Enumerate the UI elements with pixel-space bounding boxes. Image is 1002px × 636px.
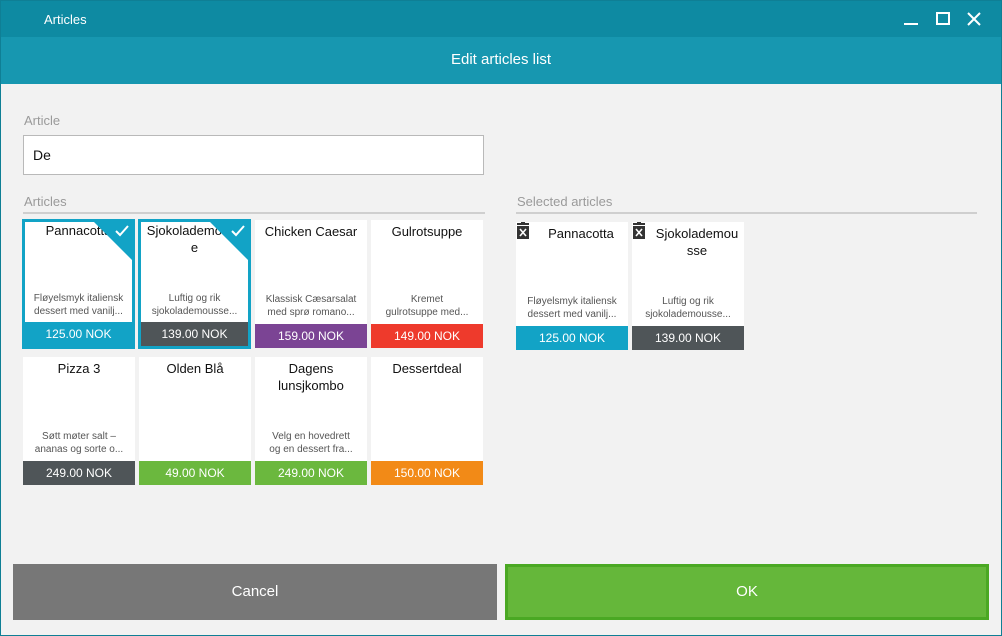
article-card[interactable]: Pizza 3 Søtt møter salt – ananas og sorte… — [23, 357, 135, 485]
ok-button[interactable]: OK — [505, 564, 989, 620]
selected-article-description: Fløyelsmyk italiensk dessert med vanilj.… — [527, 296, 617, 320]
article-description: Klassisk Cæsarsalat med sprø romano... — [265, 294, 357, 318]
selected-article-name: Pannacotta — [548, 226, 614, 241]
article-card[interactable]: Dagens lunsjkombo Velg en hovedrett og en… — [255, 357, 367, 485]
article-price: 249.00 NOK — [23, 461, 135, 485]
article-description: Fløyelsmyk italiensk dessert med vanilj.… — [33, 293, 124, 317]
selected-article-description: Luftig og rik sjokolademousse... — [645, 296, 731, 320]
maximize-icon[interactable] — [932, 9, 954, 29]
article-label: Article — [24, 113, 61, 128]
article-name: Dessertdeal — [392, 361, 462, 376]
article-card[interactable]: Sjokolademous­se Luftig og rik sjokoladem… — [138, 219, 251, 349]
article-card[interactable]: Chicken Caesar Klassisk Cæsarsalat med sp… — [255, 220, 367, 348]
article-card[interactable]: Olden Blå 49.00 NOK — [139, 357, 251, 485]
minimize-icon[interactable] — [900, 9, 922, 29]
article-description: Velg en hovedrett og en dessert fra... — [269, 431, 353, 455]
article-name: Pizza 3 — [57, 361, 101, 376]
checkmark-icon — [231, 225, 245, 237]
article-card[interactable]: Pannacotta Fløyelsmyk italiensk dessert m… — [22, 219, 135, 349]
selected-article-card[interactable]: Sjokolademous­se Luftig og rik sjokoladem… — [632, 222, 744, 350]
article-price: 139.00 NOK — [141, 322, 248, 346]
title-bar: Articles — [1, 1, 1001, 37]
selected-articles-section-label: Selected articles — [517, 194, 613, 209]
article-price: 150.00 NOK — [371, 461, 483, 485]
articles-section-label: Articles — [24, 194, 67, 209]
dialog-title: Edit articles list — [450, 51, 552, 68]
article-description: Kremet gulrotsuppe med... — [385, 294, 469, 318]
article-price: 149.00 NOK — [371, 324, 483, 348]
article-name: Olden Blå — [166, 361, 224, 376]
selected-articles-divider — [516, 212, 977, 214]
article-name: Chicken Caesar — [264, 224, 358, 239]
selected-article-name: Sjokolademous­se — [655, 226, 739, 258]
article-price: 49.00 NOK — [139, 461, 251, 485]
article-name: Dagens lunsjkombo — [278, 361, 344, 393]
selected-article-price: 125.00 NOK — [516, 326, 628, 350]
article-name: Gulrotsuppe — [391, 224, 463, 239]
article-price: 125.00 NOK — [25, 322, 132, 346]
close-icon[interactable] — [963, 9, 985, 29]
selected-article-card[interactable]: Pannacotta Fløyelsmyk italiensk dessert m… — [516, 222, 628, 350]
cancel-button[interactable]: Cancel — [13, 564, 497, 620]
dialog-header: Edit articles list — [1, 37, 1001, 84]
article-card[interactable]: Gulrotsuppe Kremet gulrotsuppe med... 149.… — [371, 220, 483, 348]
article-card[interactable]: Dessertdeal 150.00 NOK — [371, 357, 483, 485]
articles-divider — [23, 212, 485, 214]
article-description: Søtt møter salt – ananas og sorte o... — [34, 431, 124, 455]
article-search-input[interactable] — [23, 135, 484, 175]
selected-article-price: 139.00 NOK — [632, 326, 744, 350]
article-description: Luftig og rik sjokolademousse... — [151, 293, 238, 317]
window-title: Articles — [44, 12, 87, 27]
checkmark-icon — [115, 225, 129, 237]
article-price: 159.00 NOK — [255, 324, 367, 348]
article-price: 249.00 NOK — [255, 461, 367, 485]
